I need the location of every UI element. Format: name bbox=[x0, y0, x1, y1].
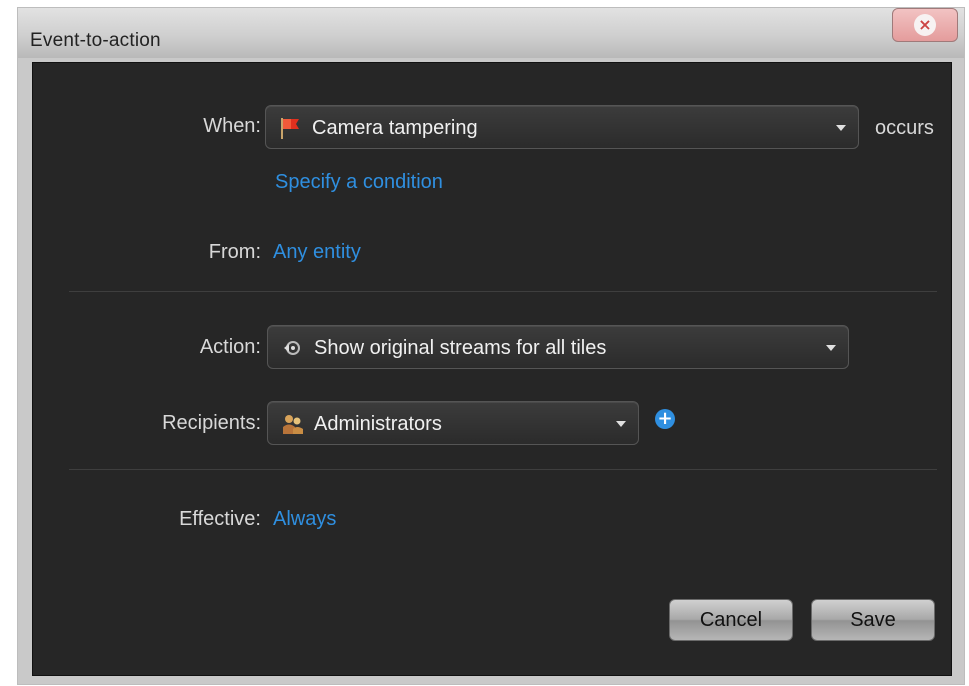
section-divider bbox=[69, 469, 937, 470]
window-title: Event-to-action bbox=[30, 30, 161, 51]
when-label: When: bbox=[203, 115, 261, 137]
event-to-action-dialog: Event-to-action × When: Camera tampering… bbox=[18, 8, 964, 684]
when-event-value: Camera tampering bbox=[312, 117, 478, 139]
recipients-dropdown[interactable]: Administrators bbox=[267, 401, 639, 445]
chevron-down-icon bbox=[836, 125, 846, 131]
stream-icon bbox=[284, 341, 300, 355]
action-value: Show original streams for all tiles bbox=[314, 337, 607, 359]
action-dropdown[interactable]: Show original streams for all tiles bbox=[267, 325, 849, 369]
close-icon: × bbox=[914, 14, 936, 36]
dialog-body: When: Camera tampering occurs Specify a … bbox=[32, 62, 952, 676]
occurs-label: occurs bbox=[875, 117, 934, 139]
cancel-button[interactable]: Cancel bbox=[669, 599, 793, 641]
save-button[interactable]: Save bbox=[811, 599, 935, 641]
from-label: From: bbox=[208, 241, 261, 263]
add-icon: + bbox=[657, 408, 673, 429]
close-button[interactable]: × bbox=[892, 8, 958, 42]
specify-condition-link[interactable]: Specify a condition bbox=[275, 171, 443, 194]
recipients-label: Recipients: bbox=[162, 412, 261, 434]
when-event-dropdown[interactable]: Camera tampering bbox=[265, 105, 859, 149]
effective-schedule-link[interactable]: Always bbox=[273, 508, 336, 531]
from-entity-link[interactable]: Any entity bbox=[273, 241, 361, 264]
section-divider bbox=[69, 291, 937, 292]
action-label: Action: bbox=[199, 336, 261, 358]
title-bar[interactable]: Event-to-action × bbox=[18, 8, 964, 58]
chevron-down-icon bbox=[616, 421, 626, 427]
effective-label: Effective: bbox=[179, 508, 261, 530]
add-recipient-button[interactable]: + bbox=[655, 409, 675, 429]
red-flag-icon bbox=[281, 118, 299, 139]
chevron-down-icon bbox=[826, 345, 836, 351]
user-group-icon bbox=[283, 415, 303, 434]
recipients-value: Administrators bbox=[314, 413, 442, 435]
